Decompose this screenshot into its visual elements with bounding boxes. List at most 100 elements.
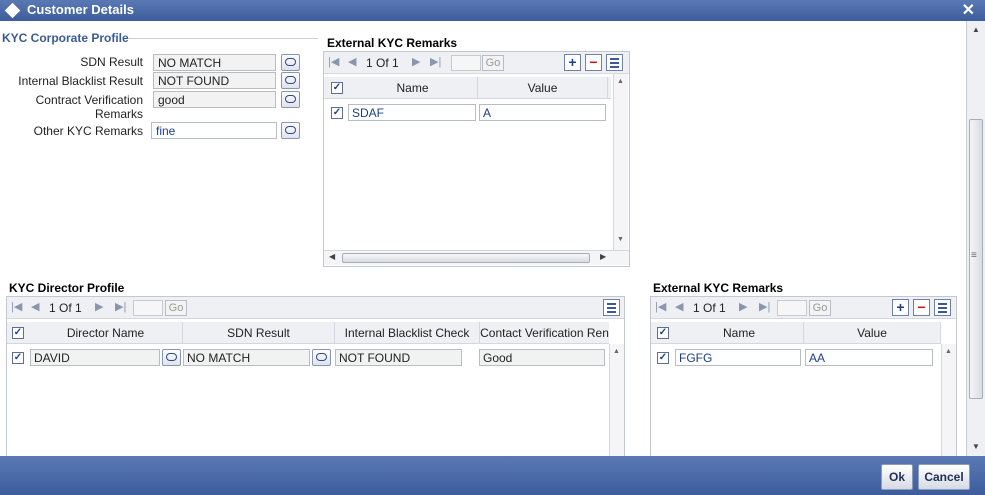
comment-icon (166, 353, 177, 361)
blacklist-result-label: Internal Blacklist Result (18, 74, 143, 88)
scroll-up-icon[interactable]: ▲ (945, 348, 952, 355)
next-page-icon[interactable]: ▶ (95, 300, 103, 313)
contract-verification-remarks-button[interactable] (281, 91, 300, 108)
director-sdn-remarks-button[interactable] (312, 349, 331, 366)
contract-verification-field[interactable]: good (153, 91, 276, 108)
prev-page-icon[interactable]: ◀ (348, 55, 356, 68)
column-header-blacklist-check: Internal Blacklist Check (335, 322, 480, 344)
single-view-icon[interactable] (606, 54, 623, 71)
sdn-result-field[interactable]: NO MATCH (153, 54, 276, 71)
column-header-sdn-result: SDN Result (183, 322, 335, 344)
window-title: Customer Details (27, 2, 134, 17)
ext-kyc-bottom-title: External KYC Remarks (653, 281, 784, 295)
table-header: ✓ Name Value (651, 322, 941, 344)
delete-row-button[interactable]: − (913, 299, 930, 316)
scroll-down-icon[interactable]: ▼ (617, 236, 624, 243)
ext-kyc-top-title: External KYC Remarks (327, 36, 458, 50)
comment-icon (285, 58, 296, 66)
row-name-cell[interactable]: SDAF (348, 104, 476, 121)
page-info: 1 Of 1 (693, 301, 726, 315)
first-page-icon[interactable]: |◀ (328, 55, 339, 68)
row-value-cell[interactable]: AA (805, 349, 933, 366)
director-panel: |◀ ◀ 1 Of 1 ▶ ▶| Go ✓ Director Name SDN … (6, 296, 625, 459)
scroll-up-icon[interactable]: ▲ (972, 25, 980, 34)
director-name-cell[interactable]: DAVID (30, 349, 160, 366)
window-vscroll[interactable]: ▲ ≡ ▼ (966, 21, 985, 456)
go-button[interactable]: Go (809, 300, 831, 316)
page-info: 1 Of 1 (49, 301, 82, 315)
cancel-button[interactable]: Cancel (918, 464, 970, 490)
next-page-icon[interactable]: ▶ (739, 300, 747, 313)
sdn-result-label: SDN Result (80, 55, 143, 69)
blacklist-result-field[interactable]: NOT FOUND (153, 72, 276, 89)
director-sdn-cell[interactable]: NO MATCH (183, 349, 310, 366)
single-view-icon[interactable] (603, 299, 620, 316)
row-name-cell[interactable]: FGFG (675, 349, 801, 366)
add-row-button[interactable]: + (892, 299, 909, 316)
page-number-input[interactable] (777, 300, 807, 316)
ext-kyc-top-panel: |◀ ◀ 1 Of 1 ▶ ▶| Go + − ✓ Name Value ✓ S… (323, 51, 630, 267)
page-number-input[interactable] (451, 55, 481, 71)
column-header-name: Name (348, 77, 478, 99)
director-name-remarks-button[interactable] (162, 349, 181, 366)
add-row-button[interactable]: + (564, 54, 581, 71)
comment-icon (316, 353, 327, 361)
close-icon[interactable]: ✕ (962, 0, 975, 20)
blacklist-remarks-button[interactable] (281, 72, 300, 89)
last-page-icon[interactable]: ▶| (115, 300, 126, 313)
scroll-down-icon[interactable]: ▼ (972, 442, 980, 451)
last-page-icon[interactable]: ▶| (759, 300, 770, 313)
table-header: ✓ Name Value (324, 77, 611, 99)
select-all-checkbox[interactable]: ✓ (331, 82, 343, 94)
ext-kyc-bottom-vscroll[interactable]: ▲ (941, 344, 956, 459)
content-area: KYC Corporate Profile SDN Result NO MATC… (0, 21, 966, 459)
title-bar: Customer Details ✕ (0, 0, 985, 21)
director-vscroll[interactable]: ▲ (609, 344, 624, 459)
director-toolbar: |◀ ◀ 1 Of 1 ▶ ▶| Go (7, 297, 624, 319)
ext-kyc-top-hscroll[interactable]: ◀ ▶ (324, 250, 629, 265)
next-page-icon[interactable]: ▶ (412, 55, 420, 68)
go-button[interactable]: Go (165, 300, 187, 316)
scroll-up-icon[interactable]: ▲ (617, 78, 624, 85)
page-number-input[interactable] (133, 300, 163, 316)
director-blacklist-cell[interactable]: NOT FOUND (335, 349, 462, 366)
row-checkbox[interactable]: ✓ (12, 352, 24, 364)
ext-kyc-bottom-panel: |◀ ◀ 1 Of 1 ▶ ▶| Go + − ✓ Name Value ✓ F… (650, 296, 957, 459)
grip-icon: ≡ (971, 250, 977, 261)
scroll-right-icon[interactable]: ▶ (600, 252, 606, 261)
sdn-result-remarks-button[interactable] (281, 54, 300, 71)
last-page-icon[interactable]: ▶| (430, 55, 441, 68)
delete-row-button[interactable]: − (585, 54, 602, 71)
ext-kyc-top-toolbar: |◀ ◀ 1 Of 1 ▶ ▶| Go + − (324, 52, 629, 74)
comment-icon (285, 126, 296, 134)
comment-icon (285, 95, 296, 103)
first-page-icon[interactable]: |◀ (655, 300, 666, 313)
ext-kyc-top-vscroll[interactable]: ▲ ▼ (613, 74, 628, 250)
comment-icon (285, 76, 296, 84)
other-kyc-remarks-button[interactable] (281, 122, 300, 139)
hscroll-thumb[interactable] (342, 253, 590, 263)
ext-kyc-bottom-toolbar: |◀ ◀ 1 Of 1 ▶ ▶| Go + − (651, 297, 956, 319)
row-checkbox[interactable]: ✓ (657, 352, 669, 364)
go-button[interactable]: Go (482, 55, 504, 71)
other-kyc-remarks-label: Other KYC Remarks (33, 124, 143, 138)
scroll-left-icon[interactable]: ◀ (329, 252, 335, 261)
row-checkbox[interactable]: ✓ (331, 107, 343, 119)
footer-bar: Ok Cancel (0, 456, 985, 495)
director-contact-cell[interactable]: Good (479, 349, 605, 366)
prev-page-icon[interactable]: ◀ (675, 300, 683, 313)
ok-button[interactable]: Ok (881, 464, 913, 490)
first-page-icon[interactable]: |◀ (11, 300, 22, 313)
app-icon (4, 2, 21, 19)
other-kyc-remarks-field[interactable]: fine (151, 122, 277, 139)
column-header-value: Value (478, 77, 608, 99)
page-info: 1 Of 1 (366, 56, 399, 70)
scroll-up-icon[interactable]: ▲ (613, 348, 620, 355)
select-all-checkbox[interactable]: ✓ (657, 327, 669, 339)
kyc-director-title: KYC Director Profile (9, 281, 125, 295)
single-view-icon[interactable] (934, 299, 951, 316)
prev-page-icon[interactable]: ◀ (31, 300, 39, 313)
contract-verification-label: Contract Verification (35, 93, 143, 107)
row-value-cell[interactable]: A (479, 104, 606, 121)
select-all-checkbox[interactable]: ✓ (12, 327, 24, 339)
